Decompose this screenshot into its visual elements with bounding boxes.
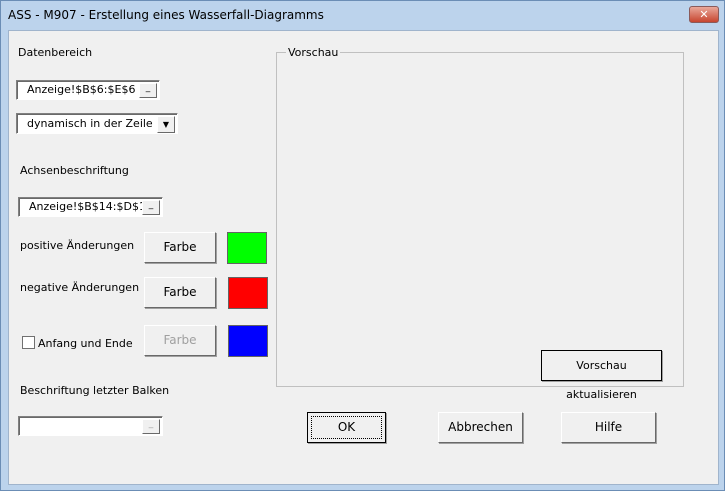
datenbereich-input[interactable]: Anzeige!$B$6:$E$6 _: [16, 80, 160, 100]
collapse-icon[interactable]: _: [142, 200, 160, 215]
letzter-label: Beschriftung letzter Balken: [20, 384, 170, 397]
anfang-checkbox[interactable]: [22, 336, 35, 349]
chevron-down-icon[interactable]: ▼: [157, 116, 175, 133]
anfang-label: Anfang und Ende: [38, 337, 133, 350]
ok-button[interactable]: OK: [307, 412, 386, 443]
datenbereich-label: Datenbereich: [18, 46, 93, 59]
collapse-icon[interactable]: _: [139, 83, 157, 98]
close-button[interactable]: ✕: [689, 6, 719, 23]
help-button[interactable]: Hilfe: [561, 412, 656, 443]
mode-value: dynamisch in der Zeile: [27, 117, 153, 130]
letzter-input[interactable]: _: [18, 416, 163, 436]
preview-frame: [276, 52, 684, 387]
collapse-icon[interactable]: _: [142, 419, 160, 434]
achsen-input[interactable]: Anzeige!$B$14:$D$14 _: [18, 197, 163, 217]
negative-label: negative Änderungen: [20, 281, 140, 294]
positive-label: positive Änderungen: [20, 239, 135, 252]
window-title: ASS - M907 - Erstellung eines Wasserfall…: [8, 8, 324, 22]
negative-color-swatch: [228, 277, 268, 309]
refresh-preview-button[interactable]: Vorschau aktualisieren: [541, 350, 662, 401]
mode-select[interactable]: dynamisch in der Zeile ▼: [16, 113, 178, 134]
cancel-button[interactable]: Abbrechen: [438, 412, 523, 443]
positive-color-swatch: [227, 232, 267, 264]
achsen-value: Anzeige!$B$14:$D$14: [29, 200, 153, 213]
anfang-color-button[interactable]: Farbe: [144, 325, 216, 356]
negative-color-button[interactable]: Farbe: [144, 277, 216, 308]
anfang-color-swatch: [228, 325, 268, 357]
datenbereich-value: Anzeige!$B$6:$E$6: [27, 83, 136, 96]
preview-label: Vorschau: [286, 46, 341, 59]
achsen-label: Achsenbeschriftung: [20, 164, 129, 177]
positive-color-button[interactable]: Farbe: [144, 232, 216, 263]
